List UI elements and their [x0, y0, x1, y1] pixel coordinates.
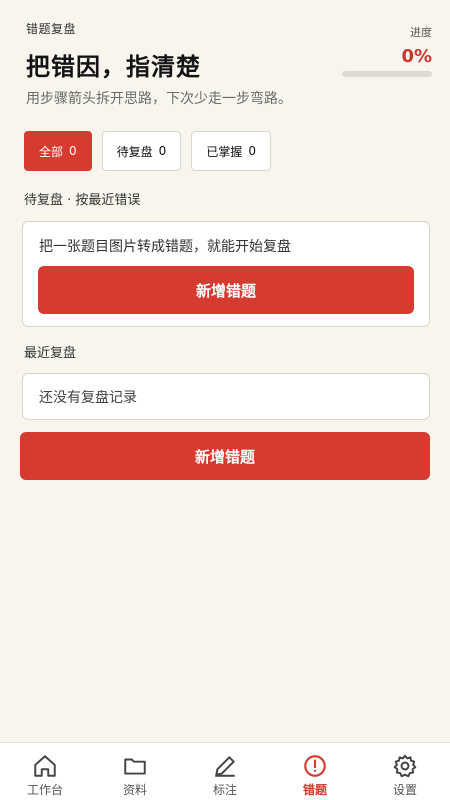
tab-label: 设置	[392, 783, 417, 797]
filter-count: 0	[69, 144, 77, 158]
filter-pending[interactable]: 待复盘 0	[101, 131, 182, 171]
tab-label: 资料	[122, 783, 147, 797]
add-mistake-button[interactable]: 新增错题	[20, 432, 430, 480]
tab-materials[interactable]: 资料	[90, 743, 180, 800]
folder-icon	[124, 758, 146, 775]
tab-settings[interactable]: 设置	[360, 743, 450, 800]
pending-empty-text: 把一张题目图片转成错题，就能开始复盘	[39, 239, 291, 255]
tab-label: 工作台	[26, 783, 63, 797]
gear-icon	[393, 754, 417, 778]
tab-workspace[interactable]: 工作台	[0, 743, 90, 800]
progress-indicator: 进度 0%	[342, 24, 432, 77]
filter-label: 已掌握	[206, 144, 243, 159]
filter-all[interactable]: 全部 0	[24, 131, 92, 171]
tab-annotate[interactable]: 标注	[180, 743, 270, 800]
recent-section-label: 最近复盘	[24, 346, 77, 361]
home-icon	[34, 755, 56, 777]
tab-label: 标注	[212, 783, 237, 797]
pencil-icon	[215, 756, 235, 777]
alert-circle-icon	[304, 755, 326, 777]
filter-mastered[interactable]: 已掌握 0	[191, 131, 271, 171]
recent-empty-text: 还没有复盘记录	[39, 389, 137, 406]
bottom-tab-bar: 工作台 资料 标注 错题 设置	[0, 742, 450, 800]
filter-count: 0	[158, 144, 167, 158]
progress-bar	[342, 71, 432, 77]
filter-label: 待复盘	[116, 144, 153, 159]
progress-value: 0%	[401, 46, 432, 67]
filter-label: 全部	[39, 144, 64, 159]
add-mistake-card-button[interactable]: 新增错题	[38, 266, 414, 314]
page-subtitle: 用步骤箭头拆开思路，下次少走一步弯路。	[26, 91, 292, 107]
tab-label: 错题	[302, 783, 327, 797]
pending-empty-card: 把一张题目图片转成错题，就能开始复盘 新增错题	[22, 221, 430, 327]
recent-empty-card: 还没有复盘记录	[22, 373, 430, 420]
pending-section-label: 待复盘 · 按最近错误	[24, 193, 141, 208]
progress-label: 进度	[410, 26, 432, 39]
filter-chips: 全部 0 待复盘 0 已掌握 0	[24, 131, 271, 171]
filter-count: 0	[248, 144, 256, 158]
tab-mistakes[interactable]: 错题	[270, 743, 360, 800]
